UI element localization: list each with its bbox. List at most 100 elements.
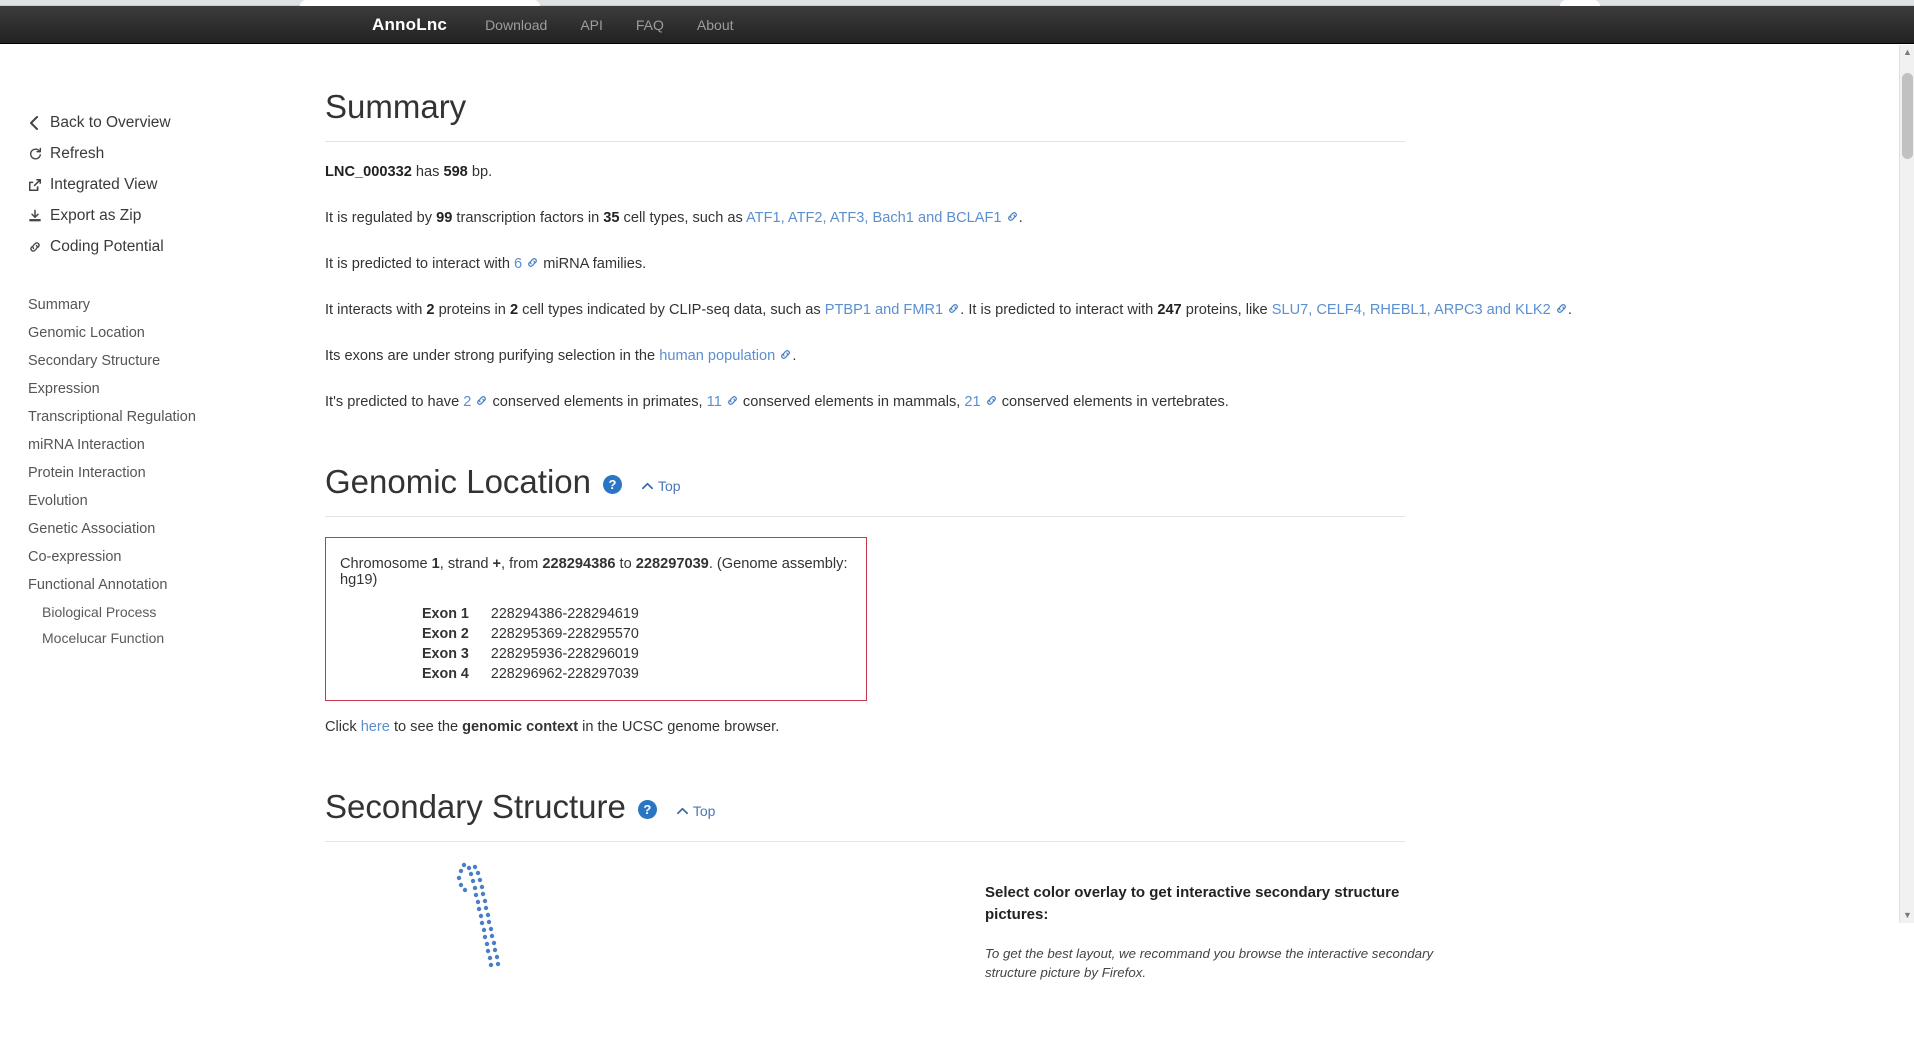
genomic-location-box: Chromosome 1, strand +, from 228294386 t…: [325, 537, 867, 701]
sidebar-action-refresh[interactable]: Refresh: [28, 139, 300, 169]
brand-logo[interactable]: AnnoLnc: [372, 15, 447, 35]
genomic-location-header-line: Chromosome 1, strand +, from 228294386 t…: [340, 556, 852, 588]
tf-cell-types: 35: [603, 210, 620, 226]
sidebar-item-functional-annotation[interactable]: Functional Annotation: [28, 571, 300, 599]
caret-up-icon: [642, 464, 653, 508]
table-row: Exon 2 228295369-228295570: [422, 624, 639, 644]
prot-examples1-link[interactable]: PTBP1 and FMR1: [825, 302, 943, 318]
summary-line-conserved-elements: It's predicted to have 2 conserved eleme…: [325, 392, 1725, 412]
cons-primates-link[interactable]: 2: [463, 394, 471, 410]
nav-api[interactable]: API: [580, 17, 603, 33]
sidebar-action-label: Export as Zip: [50, 207, 142, 224]
summary-line-length: LNC_000332 has 598 bp.: [325, 162, 1725, 182]
prot-cell-types: 2: [509, 302, 519, 318]
sidebar-item-secondary-structure[interactable]: Secondary Structure: [28, 347, 300, 375]
link-chain-icon[interactable]: [1555, 301, 1568, 321]
sidebar-item-genomic-location[interactable]: Genomic Location: [28, 319, 300, 347]
gl-chromosome: 1: [431, 556, 440, 572]
scroll-up-arrow-icon[interactable]: ▲: [1900, 45, 1914, 60]
prot-pred-count: 247: [1157, 302, 1182, 318]
nav-download[interactable]: Download: [485, 17, 547, 33]
sidebar-item-expression[interactable]: Expression: [28, 375, 300, 403]
back-to-top-link-secondary[interactable]: Top: [676, 789, 715, 833]
rna-fold-diagram: [456, 862, 501, 968]
prot-post: .: [1567, 302, 1572, 318]
genomic-location-title-rule: [325, 516, 1405, 517]
sel-pre: Its exons are under strong purifying sel…: [325, 348, 660, 364]
prot-examples2-link[interactable]: SLU7, CELF4, RHEBL1, ARPC3 and KLK2: [1272, 302, 1551, 318]
mirna-count-link[interactable]: 6: [514, 256, 522, 272]
sidebar-item-summary[interactable]: Summary: [28, 291, 300, 319]
sidebar-action-label: Integrated View: [50, 176, 158, 193]
sidebar-item-biological-process[interactable]: Biological Process: [28, 599, 300, 625]
secondary-structure-title-rule: [325, 841, 1405, 842]
sidebar-item-transcriptional-regulation[interactable]: Transcriptional Regulation: [28, 403, 300, 431]
link-chain-icon[interactable]: [947, 301, 960, 321]
help-icon[interactable]: ?: [637, 799, 657, 819]
sidebar-action-label: Coding Potential: [50, 238, 164, 255]
genomic-context-line: Click here to see the genomic context in…: [325, 719, 1725, 735]
gl-pre: Chromosome: [340, 556, 432, 572]
exon-range: 228294386-228294619: [490, 606, 639, 622]
link-chain-icon[interactable]: [1006, 209, 1019, 229]
ucsc-here-link[interactable]: here: [361, 719, 390, 735]
cons-post: conserved elements in vertebrates.: [997, 394, 1229, 410]
genomic-location-heading: Genomic Location: [325, 463, 591, 500]
cons-vertebrates-link[interactable]: 21: [964, 394, 980, 410]
exon-name: Exon 2: [422, 626, 469, 642]
color-overlay-panel: Select color overlay to get interactive …: [985, 862, 1455, 1062]
overlay-note: To get the best layout, we recommand you…: [985, 946, 1434, 980]
chevron-left-icon: [28, 116, 50, 130]
back-to-top-link-genomic[interactable]: Top: [642, 464, 681, 508]
gl-foot-post: in the UCSC genome browser.: [578, 719, 780, 735]
prot-count: 2: [426, 302, 435, 318]
link-chain-icon[interactable]: [475, 393, 488, 413]
sidebar-action-export-as-zip[interactable]: Export as Zip: [28, 201, 300, 231]
nav-faq[interactable]: FAQ: [636, 17, 664, 33]
top-label: Top: [657, 478, 681, 494]
help-icon[interactable]: ?: [602, 474, 622, 494]
table-row: Exon 4 228296962-228297039: [422, 664, 639, 684]
sidebar-item-mocelucar-function[interactable]: Mocelucar Function: [28, 625, 300, 651]
sidebar-item-genetic-association[interactable]: Genetic Association: [28, 515, 300, 543]
link-chain-icon[interactable]: [985, 393, 998, 413]
tf-examples-link[interactable]: ATF1, ATF2, ATF3, Bach1 and BCLAF1: [746, 210, 1002, 226]
cons-pre: It's predicted to have: [325, 394, 464, 410]
sidebar-item-mirna-interaction[interactable]: miRNA Interaction: [28, 431, 300, 459]
lnc-id: LNC_000332: [325, 164, 412, 180]
exon-range: 228295369-228295570: [490, 626, 639, 642]
secondary-structure-body: Select color overlay to get interactive …: [325, 862, 1725, 1062]
gl-start: 228294386: [542, 556, 616, 572]
link-chain-icon[interactable]: [726, 393, 739, 413]
human-population-link[interactable]: human population: [659, 348, 775, 364]
prot-mid1: proteins in: [434, 302, 510, 318]
table-row: Exon 3 228295936-228296019: [422, 644, 639, 664]
nav-about[interactable]: About: [697, 17, 734, 33]
refresh-icon: [28, 147, 50, 161]
scrollbar-thumb[interactable]: [1902, 73, 1913, 159]
link-chain-icon: [28, 240, 50, 254]
cons-mammals-link[interactable]: 11: [707, 394, 722, 410]
sidebar-action-coding-potential[interactable]: Coding Potential: [28, 232, 300, 262]
sidebar-item-evolution[interactable]: Evolution: [28, 487, 300, 515]
tf-mid2: cell types, such as: [619, 210, 747, 226]
gl-foot-pre: Click: [325, 719, 361, 735]
sidebar-action-back-to-overview[interactable]: Back to Overview: [28, 108, 300, 138]
sidebar: Back to Overview Refresh Integrated View…: [0, 45, 300, 923]
link-chain-icon[interactable]: [779, 347, 792, 367]
scroll-down-arrow-icon[interactable]: ▼: [1900, 908, 1914, 923]
sidebar-action-integrated-view[interactable]: Integrated View: [28, 170, 300, 200]
sidebar-item-co-expression[interactable]: Co-expression: [28, 543, 300, 571]
sel-post: .: [792, 348, 797, 364]
exon-range: 228295936-228296019: [490, 646, 639, 662]
sidebar-action-label: Back to Overview: [50, 114, 171, 131]
summary-line-protein-interaction: It interacts with 2 proteins in 2 cell t…: [325, 300, 1725, 320]
section-title-secondary-structure: Secondary Structure ? Top: [325, 785, 1725, 829]
cons-mid1: conserved elements in primates,: [488, 394, 707, 410]
page-scrollbar[interactable]: ▲ ▼: [1899, 45, 1914, 923]
link-chain-icon[interactable]: [526, 255, 539, 275]
sidebar-item-protein-interaction[interactable]: Protein Interaction: [28, 459, 300, 487]
gl-mid2: , from: [501, 556, 543, 572]
prot-mid2: cell types indicated by CLIP-seq data, s…: [518, 302, 825, 318]
rna-structure-plot[interactable]: [325, 862, 985, 1062]
